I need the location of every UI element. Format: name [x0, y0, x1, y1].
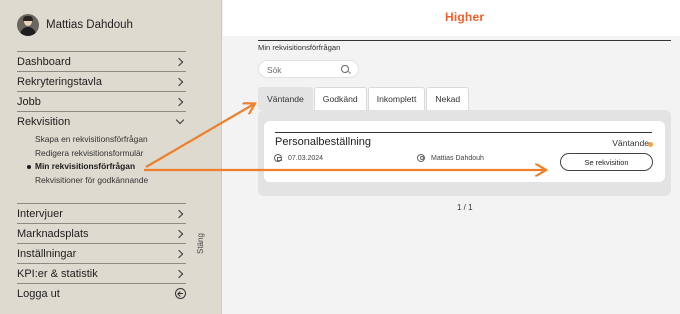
- tab-godkand[interactable]: Godkänd: [313, 87, 367, 110]
- logout-icon: [175, 288, 186, 299]
- sidebar-item-intervjuer[interactable]: Intervjuer: [17, 203, 186, 223]
- close-sidebar-label: Stäng: [196, 233, 205, 254]
- search-input[interactable]: [267, 63, 341, 76]
- search-icon[interactable]: [341, 65, 349, 73]
- submenu-item-label: Min rekvisitionsförfrågan: [35, 161, 136, 171]
- sidebar-nav-bottom: Intervjuer Marknadsplats Inställningar K…: [17, 203, 186, 303]
- chevron-right-icon: [176, 58, 184, 66]
- sidebar-item-rekvisition[interactable]: Rekvisition: [17, 111, 186, 131]
- search-box[interactable]: [258, 60, 359, 78]
- submenu-item-my-requests[interactable]: Min rekvisitionsförfrågan: [27, 160, 148, 174]
- card-requester: Mattias Dahdouh: [417, 154, 484, 162]
- status-tabs: Väntande Godkänd Inkomplett Nekad: [258, 87, 470, 110]
- sidebar-item-label: Dashboard: [17, 55, 71, 68]
- requester-name: Mattias Dahdouh: [431, 154, 484, 162]
- chevron-right-icon: [176, 98, 184, 106]
- calendar-icon: [274, 154, 282, 162]
- date-value: 07.03.2024: [288, 154, 324, 162]
- rekvisition-submenu: Skapa en rekvisitionsförfrågan Redigera …: [27, 133, 148, 188]
- sidebar-item-installningar[interactable]: Inställningar: [17, 243, 186, 263]
- submenu-item-for-approval[interactable]: Rekvisitioner för godkännande: [35, 174, 148, 188]
- user-profile[interactable]: Mattias Dahdouh: [17, 14, 133, 36]
- sidebar-item-rekryteringstavla[interactable]: Rekryteringstavla: [17, 71, 186, 91]
- sidebar-item-label: Intervjuer: [17, 207, 63, 220]
- chevron-right-icon: [176, 230, 184, 238]
- avatar: [17, 14, 39, 36]
- sidebar-item-kpi-statistik[interactable]: KPI:er & statistik: [17, 263, 186, 283]
- sidebar-item-jobb[interactable]: Jobb: [17, 91, 186, 111]
- chevron-right-icon: [176, 210, 184, 218]
- sidebar-item-label: Rekryteringstavla: [17, 75, 102, 88]
- sidebar-item-label: Marknadsplats: [17, 227, 89, 240]
- view-requisition-button[interactable]: Se rekvisition: [560, 153, 653, 171]
- tab-nekad[interactable]: Nekad: [426, 87, 470, 110]
- logout-button[interactable]: Logga ut: [17, 283, 186, 303]
- user-name: Mattias Dahdouh: [46, 19, 133, 31]
- chevron-right-icon: [176, 78, 184, 86]
- sidebar-nav-top: Dashboard Rekryteringstavla Jobb Rekvisi…: [17, 51, 186, 131]
- user-icon: [417, 154, 425, 162]
- sidebar-item-dashboard[interactable]: Dashboard: [17, 51, 186, 71]
- section-divider: [258, 40, 671, 41]
- card-date: 07.03.2024: [274, 154, 323, 162]
- status-dot-icon: [648, 142, 653, 147]
- page-title: Min rekvisitionsförfrågan: [258, 43, 341, 52]
- brand-logo: Higher: [445, 10, 485, 24]
- active-bullet-icon: [27, 165, 31, 169]
- status-badge: Väntande: [612, 138, 649, 148]
- submenu-item-create[interactable]: Skapa en rekvisitionsförfrågan: [35, 133, 148, 147]
- tab-inkomplett[interactable]: Inkomplett: [367, 87, 426, 110]
- close-sidebar-button[interactable]: Stäng: [196, 228, 210, 258]
- requisition-card: Personalbeställning Väntande 07.03.2024 …: [264, 121, 665, 182]
- logout-label: Logga ut: [17, 287, 60, 300]
- chevron-right-icon: [176, 270, 184, 278]
- sidebar-item-label: Inställningar: [17, 247, 77, 260]
- sidebar-item-marknadsplats[interactable]: Marknadsplats: [17, 223, 186, 243]
- card-divider: [275, 132, 652, 133]
- sidebar-item-label: KPI:er & statistik: [17, 267, 98, 280]
- submenu-item-edit-form[interactable]: Redigera rekvisitionsformulär: [35, 147, 148, 161]
- chevron-right-icon: [176, 250, 184, 258]
- chevron-down-icon: [176, 118, 184, 126]
- sidebar: Mattias Dahdouh Dashboard Rekryteringsta…: [0, 0, 222, 314]
- pagination: 1 / 1: [457, 203, 473, 212]
- sidebar-item-label: Jobb: [17, 95, 41, 108]
- sidebar-item-label: Rekvisition: [17, 115, 71, 128]
- card-title: Personalbeställning: [275, 136, 372, 148]
- tab-vantande[interactable]: Väntande: [258, 87, 313, 110]
